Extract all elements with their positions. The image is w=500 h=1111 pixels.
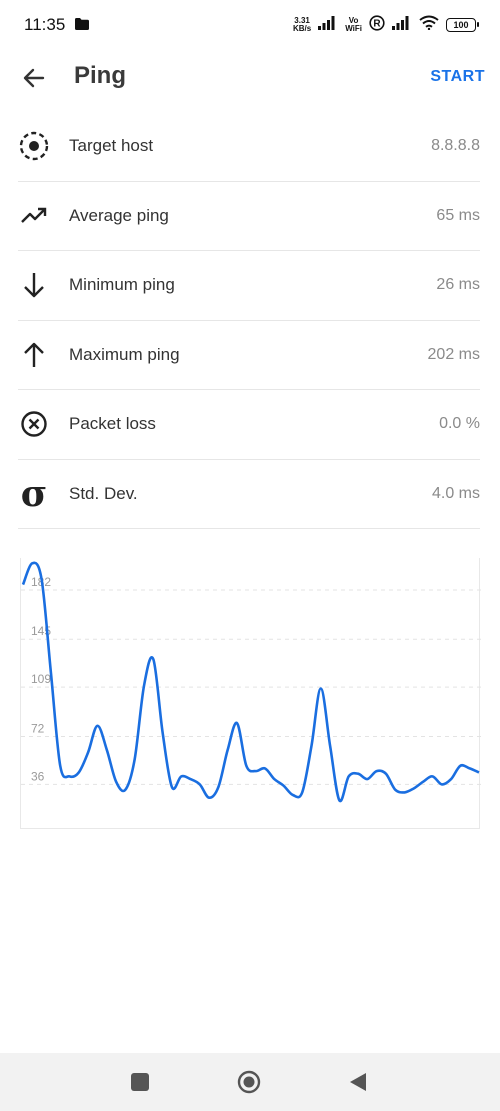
stat-row-packet-loss: Packet loss 0.0 %: [18, 390, 480, 460]
status-time: 11:35: [24, 15, 66, 34]
stat-value: 202 ms: [427, 345, 480, 363]
vowifi-indicator: Vo WiFi: [345, 16, 362, 33]
sigma-icon: σ: [20, 472, 48, 515]
back-arrow-icon[interactable]: [20, 64, 48, 92]
signal-icon: [318, 15, 338, 35]
network-speed: 3.31 KB/s: [292, 16, 312, 33]
ping-chart: 36 72 109 145 182: [20, 558, 481, 829]
y-tick-label: 109: [31, 672, 51, 686]
page-title: Ping: [74, 62, 126, 89]
circle-icon[interactable]: [237, 1070, 261, 1094]
ping-line-chart: 3672109145182: [21, 561, 481, 803]
ping-stats-list: Target host 8.8.8.8 Average ping 65 ms M…: [18, 112, 480, 529]
stat-label: Target host: [69, 136, 154, 156]
stat-label: Minimum ping: [69, 275, 175, 295]
square-icon[interactable]: [128, 1070, 152, 1094]
stat-value: 65 ms: [436, 206, 480, 224]
status-bar: 11:35 3.31 KB/s Vo WiFi R 100: [0, 0, 500, 50]
stat-label: Maximum ping: [69, 344, 180, 364]
stat-label: Packet loss: [69, 414, 156, 434]
stat-row-target-host: Target host 8.8.8.8: [18, 112, 480, 182]
triangle-back-icon[interactable]: [346, 1070, 370, 1094]
roaming-icon: R: [369, 14, 385, 36]
stat-value: 0.0 %: [439, 415, 480, 433]
folder-icon: [75, 15, 90, 35]
stat-label: Std. Dev.: [69, 483, 138, 503]
wifi-icon: [419, 15, 439, 35]
start-button[interactable]: START: [430, 68, 485, 86]
stat-value: 8.8.8.8: [431, 137, 480, 155]
target-icon: [18, 130, 50, 162]
series-line: [21, 561, 480, 803]
signal-icon-2: [392, 15, 412, 35]
battery-indicator: 100: [446, 18, 479, 32]
arrow-up-icon: [18, 339, 50, 371]
y-tick-label: 36: [31, 769, 45, 783]
app-bar: Ping START: [0, 50, 500, 106]
stat-label: Average ping: [69, 205, 169, 225]
y-tick-label: 72: [31, 721, 45, 735]
stat-value: 4.0 ms: [431, 484, 480, 502]
cancel-icon: [18, 408, 50, 440]
stat-row-average-ping: Average ping 65 ms: [18, 182, 480, 251]
stat-row-minimum-ping: Minimum ping 26 ms: [18, 251, 480, 321]
stat-row-maximum-ping: Maximum ping 202 ms: [18, 321, 480, 390]
trending-up-icon: [18, 200, 50, 232]
stat-value: 26 ms: [436, 276, 480, 294]
arrow-down-icon: [18, 269, 50, 301]
stat-row-std-dev: σ Std. Dev. 4.0 ms: [18, 460, 480, 529]
system-nav-bar: [0, 1053, 500, 1111]
svg-text:R: R: [373, 18, 381, 29]
